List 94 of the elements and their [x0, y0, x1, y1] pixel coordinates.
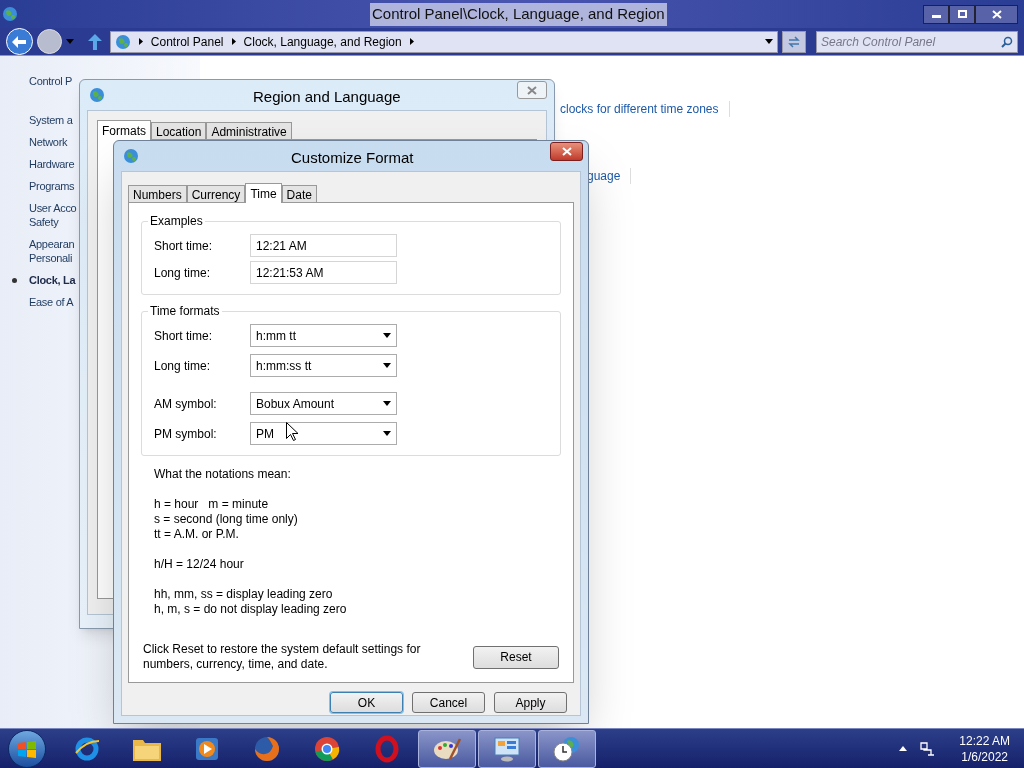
chevron-right-icon: [138, 38, 143, 45]
example-field[interactable]: 12:21:53 AM: [250, 261, 397, 284]
nav-link[interactable]: Ease of A: [29, 295, 74, 309]
nav-link[interactable]: User Acco Safety: [29, 201, 77, 229]
field-label: Short time:: [154, 327, 214, 345]
dialog-button[interactable]: Apply: [494, 692, 567, 713]
ring-icon: [373, 734, 401, 763]
note-text: h/H = 12/24 hour: [154, 557, 245, 572]
tab[interactable]: Time: [245, 183, 282, 203]
clock-time[interactable]: 12:22 AM: [959, 732, 1010, 749]
flag-icon: [17, 739, 37, 758]
format-dropdown[interactable]: h:mm:ss tt: [250, 354, 397, 377]
close-icon: [527, 85, 537, 95]
taskbar-button[interactable]: [478, 729, 536, 768]
dropdown-arrow-icon: [765, 39, 774, 44]
format-dropdown[interactable]: Bobux Amount: [250, 392, 397, 415]
tab[interactable]: Location: [151, 122, 207, 139]
note-text: h, m, s = do not display leading zero: [154, 602, 348, 617]
nav-link[interactable]: Control P: [29, 74, 73, 88]
clock-icon: [552, 734, 582, 763]
tab[interactable]: Numbers: [128, 185, 187, 202]
group-title: Time formats: [148, 304, 222, 318]
search-field[interactable]: Search Control Panel: [816, 30, 1018, 53]
pinwheel-icon: [313, 734, 341, 763]
nav-link[interactable]: System a: [29, 113, 73, 127]
globe-icon: [114, 33, 131, 50]
close-button[interactable]: [975, 4, 1018, 24]
note-text: s = second (long time only): [154, 512, 299, 527]
example-field[interactable]: 12:21 AM: [250, 234, 397, 257]
window-title: Control Panel\Clock, Language, and Region: [370, 3, 667, 26]
dialog-button[interactable]: Cancel: [412, 692, 485, 713]
breadcrumb[interactable]: Control Panel: [150, 32, 224, 51]
taskbar-button[interactable]: [538, 729, 596, 768]
orb-icon: [253, 734, 281, 763]
group-title: Examples: [148, 214, 205, 228]
breadcrumb[interactable]: Clock, Language, and Region: [243, 32, 402, 51]
chevron-right-icon: [231, 38, 236, 45]
show-hidden-icons-icon[interactable]: [899, 746, 908, 751]
tab[interactable]: Date: [281, 185, 317, 202]
back-button[interactable]: [6, 28, 33, 55]
nav-link[interactable]: Programs: [29, 179, 75, 193]
task-link[interactable]: clocks for different time zones: [560, 100, 719, 118]
field-label: Long time:: [154, 264, 212, 282]
clock-date[interactable]: 1/6/2022: [961, 748, 1008, 765]
minimize-button[interactable]: [923, 4, 949, 24]
refresh-icon: [787, 34, 802, 49]
note-text: What the notations mean:: [154, 467, 292, 482]
tab[interactable]: Currency: [186, 185, 246, 202]
globe-icon: [123, 148, 139, 164]
globe-icon: [89, 87, 105, 103]
back-arrow-icon: [12, 35, 27, 48]
format-dropdown[interactable]: PM: [250, 422, 397, 445]
reset-button[interactable]: Reset: [473, 645, 559, 669]
bullet-icon: [12, 278, 17, 283]
format-dropdown[interactable]: h:mm tt: [250, 324, 397, 347]
mouse-cursor-icon: [286, 422, 298, 441]
address-field[interactable]: Control Panel Clock, Language, and Region: [109, 30, 779, 53]
monitor-icon: [492, 734, 522, 763]
field-label: Short time:: [154, 237, 214, 255]
field-label: PM symbol:: [154, 425, 218, 443]
close-icon: [561, 147, 572, 156]
forward-button[interactable]: [36, 29, 62, 54]
note-text: hh, mm, ss = display leading zero: [154, 587, 334, 602]
dialog-button[interactable]: OK: [330, 692, 403, 713]
taskbar-button[interactable]: [418, 729, 476, 768]
note-text: h = hour m = minute: [154, 497, 270, 512]
tab[interactable]: Formats: [97, 120, 151, 140]
field-label: Long time:: [154, 357, 212, 375]
nav-link[interactable]: Network: [29, 135, 68, 149]
field-label: AM symbol:: [154, 395, 218, 413]
refresh-button[interactable]: [782, 30, 806, 53]
start-button[interactable]: [8, 729, 46, 768]
globe-icon: [2, 6, 18, 22]
dropdown-arrow-icon: [65, 39, 74, 44]
dialog-title: Region and Language: [253, 87, 401, 107]
nav-link[interactable]: Appearan Personali: [29, 237, 75, 265]
dialog-title: Customize Format: [291, 148, 414, 168]
reset-hint: Click Reset to restore the system default settings for numbers, currency, time, and date.: [143, 642, 422, 672]
maximize-button[interactable]: [949, 4, 975, 24]
search-icon: [1001, 35, 1013, 48]
close-icon: [991, 9, 1002, 19]
play-icon: [194, 735, 220, 762]
dropdown-arrow-icon: [383, 401, 391, 406]
dropdown-arrow-icon: [383, 333, 391, 338]
up-arrow-icon[interactable]: [87, 33, 102, 50]
chevron-right-icon: [409, 38, 414, 45]
nav-link[interactable]: Clock, La: [29, 273, 76, 287]
dropdown-arrow-icon: [383, 431, 391, 436]
tab[interactable]: Administrative: [206, 122, 292, 139]
note-text: tt = A.M. or P.M.: [154, 527, 240, 542]
network-icon[interactable]: [919, 740, 936, 757]
close-button[interactable]: [550, 142, 583, 161]
dropdown-arrow-icon: [383, 363, 391, 368]
nav-link[interactable]: Hardware: [29, 157, 75, 171]
